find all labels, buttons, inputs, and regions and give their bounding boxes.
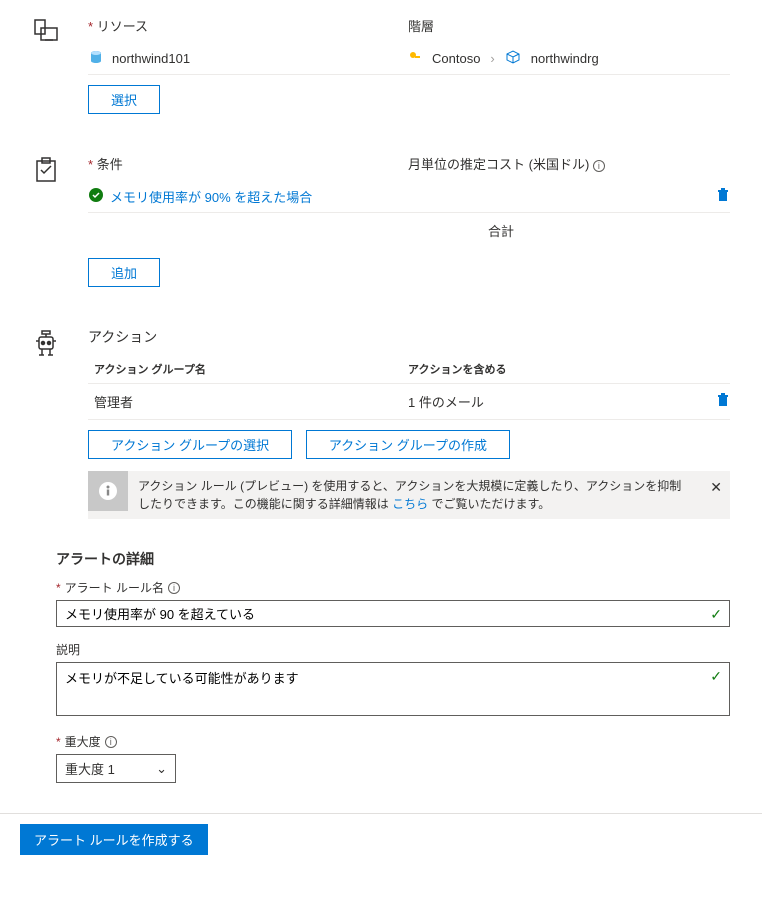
action-include-value: 1 件のメール	[408, 392, 716, 411]
info-icon[interactable]: i	[168, 582, 180, 594]
delete-action-button[interactable]	[716, 393, 730, 410]
resource-label: リソース	[97, 19, 148, 34]
key-icon	[408, 50, 422, 67]
resource-group-name: northwindrg	[531, 51, 599, 66]
severity-value: 重大度 1	[65, 759, 115, 778]
close-banner-button[interactable]: ✕	[702, 471, 730, 504]
subscription-name: Contoso	[432, 51, 480, 66]
check-icon	[88, 187, 104, 206]
action-group-name-header: アクション グループ名	[88, 361, 408, 377]
condition-label: 条件	[97, 157, 123, 172]
resource-group-icon	[505, 49, 521, 68]
delete-condition-button[interactable]	[716, 188, 730, 205]
actions-heading: アクション	[88, 327, 730, 347]
action-row: 管理者 1 件のメール	[88, 384, 730, 420]
alert-details-heading: アラートの詳細	[56, 549, 730, 569]
condition-link[interactable]: メモリ使用率が 90% を超えた場合	[110, 187, 312, 206]
description-label: 説明	[56, 641, 80, 658]
severity-select[interactable]: 重大度 1 ⌄	[56, 754, 176, 783]
action-icon	[32, 327, 88, 519]
resource-name: northwind101	[112, 51, 190, 66]
severity-label: 重大度	[65, 733, 101, 750]
chevron-right-icon: ›	[490, 51, 494, 66]
check-icon: ✓	[710, 606, 722, 623]
action-group-name: 管理者	[88, 392, 408, 411]
info-text-2: でご覧いただけます。	[428, 497, 550, 511]
cost-label: 月単位の推定コスト (米国ドル)	[408, 157, 589, 172]
resource-icon	[32, 16, 88, 114]
rule-name-label: アラート ルール名	[65, 579, 164, 596]
create-alert-rule-button[interactable]: アラート ルールを作成する	[20, 824, 208, 855]
info-banner: アクション ルール (プレビュー) を使用すると、アクションを大規模に定義したり…	[88, 471, 730, 519]
select-resource-button[interactable]: 選択	[88, 85, 160, 114]
check-icon: ✓	[710, 668, 722, 685]
info-icon[interactable]: i	[593, 160, 605, 172]
select-action-group-button[interactable]: アクション グループの選択	[88, 430, 292, 459]
hierarchy-label: 階層	[408, 19, 434, 34]
total-label: 合計	[408, 221, 730, 240]
info-link[interactable]: こちら	[392, 497, 428, 511]
sql-db-icon	[88, 49, 104, 68]
description-input[interactable]	[56, 662, 730, 716]
info-icon[interactable]: i	[105, 736, 117, 748]
action-include-header: アクションを含める	[408, 361, 730, 377]
condition-icon	[32, 154, 88, 287]
create-action-group-button[interactable]: アクション グループの作成	[306, 430, 510, 459]
info-banner-icon	[88, 471, 128, 511]
add-condition-button[interactable]: 追加	[88, 258, 160, 287]
chevron-down-icon: ⌄	[156, 761, 167, 777]
rule-name-input[interactable]	[56, 600, 730, 627]
